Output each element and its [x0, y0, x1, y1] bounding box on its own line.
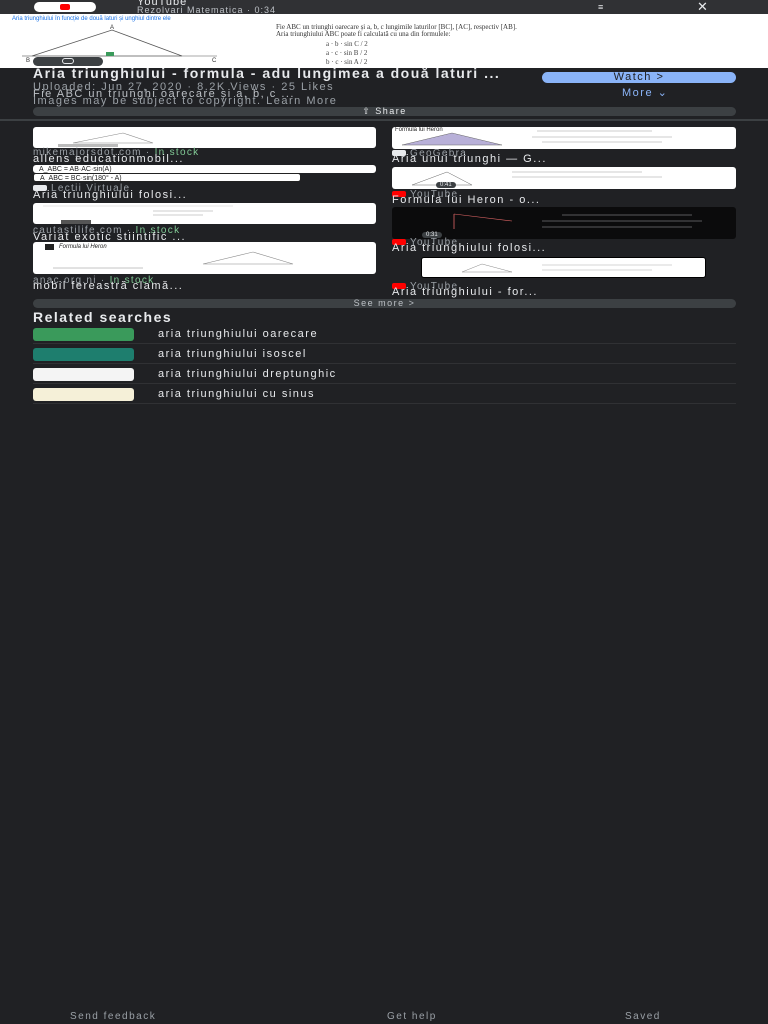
video-title[interactable]: Aria triunghiului - formula - adu lungim…	[33, 66, 513, 80]
result-thumb-r1[interactable]: Formula lui Heron	[392, 127, 736, 149]
share-icon: ⇧	[362, 106, 376, 116]
youtube-logo-icon	[34, 2, 96, 12]
formula-box-1[interactable]: A_ABC = AB·AC·sin(A)	[33, 165, 376, 173]
related-thumb	[33, 368, 134, 381]
menu-icon[interactable]: ≡	[598, 3, 603, 12]
thumb-diagram	[58, 132, 154, 147]
hero-image[interactable]: Aria triunghiului în funcție de două lat…	[0, 14, 768, 68]
result-thumb-1[interactable]	[33, 127, 376, 148]
svg-text:B: B	[26, 58, 30, 64]
related-searches-heading: Related searches	[33, 309, 173, 325]
result-thumb-3[interactable]	[33, 203, 376, 224]
video-duration: 0:41	[436, 182, 456, 188]
get-help-link[interactable]: Get help	[387, 1012, 437, 1022]
thumb-diagram	[453, 213, 702, 229]
section-divider	[0, 119, 768, 121]
svg-text:C: C	[212, 58, 217, 64]
related-item[interactable]: aria triunghiului isoscel	[33, 346, 736, 364]
more-link[interactable]: More ⌄	[622, 88, 668, 99]
related-item[interactable]: aria triunghiului cu sinus	[33, 386, 736, 404]
watch-button[interactable]: Watch >	[542, 72, 736, 83]
result-title-r3[interactable]: Aria triunghiului folosi...	[392, 243, 546, 254]
result-thumb-r4[interactable]	[421, 257, 706, 278]
close-icon[interactable]: ✕	[697, 0, 708, 13]
related-thumb	[33, 328, 134, 341]
related-item[interactable]: aria triunghiului oarecare	[33, 326, 736, 344]
result-title-2[interactable]: Aria triunghiului folosi...	[33, 190, 187, 201]
result-title-r4[interactable]: Aria triunghiului - for...	[392, 287, 538, 298]
footer: Send feedback Get help Saved	[0, 1012, 768, 1024]
result-title-1[interactable]: allens educationmobil...	[33, 154, 184, 165]
top-bar: YouTube Rezolvari Matematica · 0:34 ≡ ✕	[0, 0, 768, 15]
related-item[interactable]: aria triunghiului dreptunghic	[33, 366, 736, 384]
result-title-4[interactable]: mobil fereastră clamă...	[33, 281, 183, 292]
saved-link[interactable]: Saved	[625, 1012, 661, 1022]
copyright-notice[interactable]: Images may be subject to copyright. Lear…	[33, 96, 337, 107]
result-thumb-r3[interactable]: 0:31	[392, 207, 736, 239]
send-feedback-link[interactable]: Send feedback	[70, 1012, 156, 1022]
hero-caption: Aria triunghiului în funcție de două lat…	[12, 16, 171, 22]
result-title-r1[interactable]: Aria unui triunghi — G...	[392, 154, 547, 165]
thumb-diagram	[401, 130, 672, 146]
svg-text:A: A	[110, 25, 114, 31]
result-thumb-4[interactable]: Formula lui Heron	[33, 242, 376, 274]
see-more-button[interactable]: See more >	[33, 299, 736, 308]
result-title-r2[interactable]: Formula lui Heron - o...	[392, 195, 540, 206]
related-thumb	[33, 388, 134, 401]
hero-formulas: a · b · sin C / 2 a · c · sin B / 2 b · …	[326, 40, 368, 66]
related-thumb	[33, 348, 134, 361]
share-button[interactable]: ⇧ Share	[33, 107, 736, 116]
result-thumb-r2[interactable]: 0:41	[392, 167, 736, 189]
thumb-diagram	[461, 263, 672, 273]
formula-box-2[interactable]: A_ABC = BC·sin(180° - A)	[33, 173, 301, 182]
formula-icon	[45, 244, 54, 250]
hero-text: Fie ABC un triunghi oarecare și a, b, c …	[276, 23, 517, 38]
thumb-diagram	[43, 205, 233, 224]
